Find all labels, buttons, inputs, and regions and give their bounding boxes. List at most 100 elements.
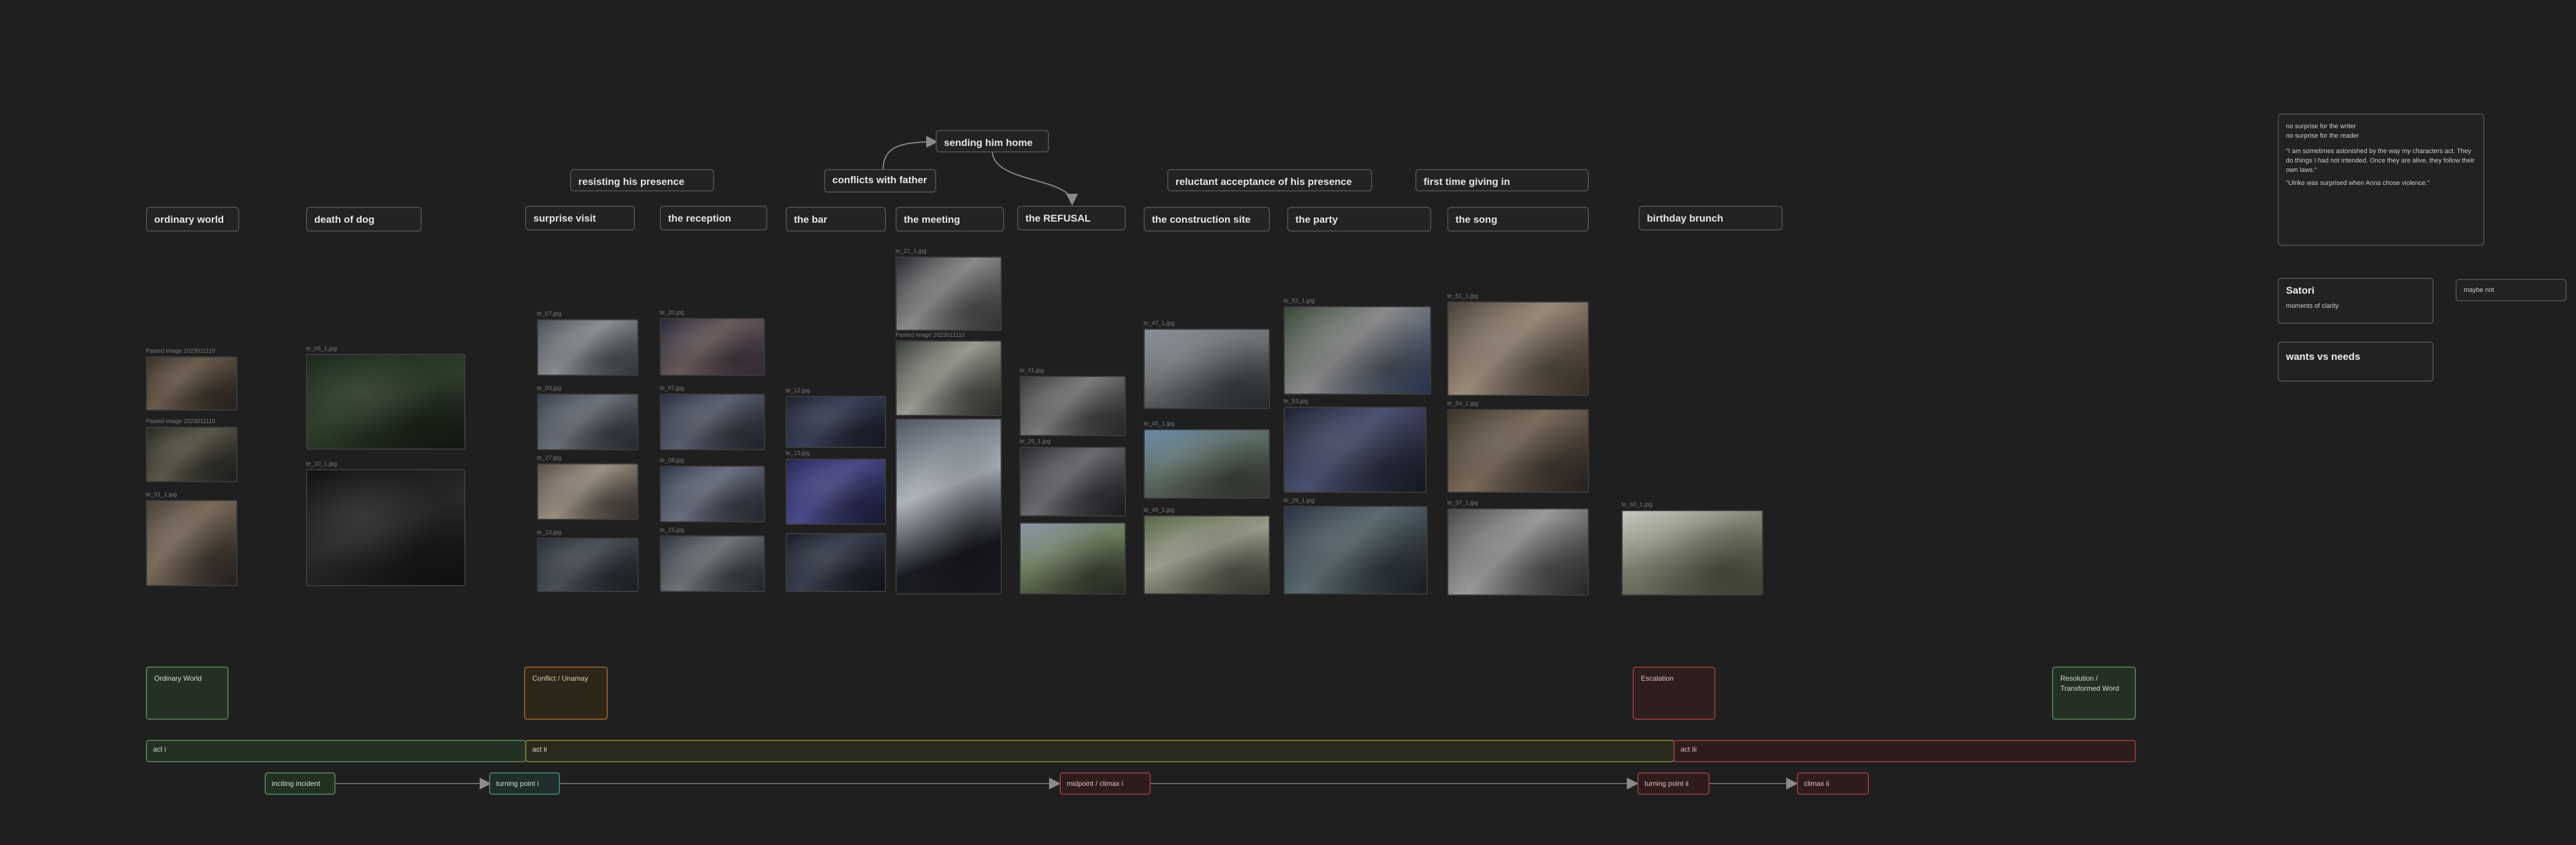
image-thumbnail[interactable] (1020, 447, 1126, 516)
edge-sending-to-refusal (992, 151, 1078, 206)
node-sending-him-home[interactable]: sending him home (936, 130, 1049, 152)
node-label: the bar (794, 214, 828, 225)
file-label: te_07.jpg (660, 385, 685, 392)
node-label: first time giving in (1424, 176, 1510, 187)
file-label: te_60_1.jpg (1621, 502, 1653, 508)
node-conflicts-with-father[interactable]: conflicts with father (824, 169, 936, 193)
file-label: te_06_1.jpg (306, 346, 337, 352)
image-thumbnail[interactable] (895, 418, 1002, 594)
node-the-construction-site[interactable]: the construction site (1144, 207, 1270, 232)
file-label: te_47_1.jpg (1144, 320, 1175, 327)
file-label: te_15.jpg (660, 527, 685, 534)
file-label: te_13.jpg (786, 450, 810, 457)
image-thumbnail[interactable] (1447, 409, 1589, 493)
note-writer-surprise[interactable]: no surprise for the writer no surprise f… (2278, 113, 2484, 246)
file-label: te_54_1.jpg (1447, 401, 1478, 407)
node-the-reception[interactable]: the reception (660, 206, 767, 230)
node-reluctant-acceptance[interactable]: reluctant acceptance of his presence (1167, 169, 1372, 191)
image-thumbnail[interactable] (1020, 376, 1126, 436)
beat-label: midpoint / climax i (1067, 779, 1123, 788)
image-thumbnail[interactable] (660, 466, 765, 522)
node-resisting-his-presence[interactable]: resisting his presence (570, 169, 714, 191)
node-label: the song (1455, 214, 1497, 225)
image-thumbnail[interactable] (660, 318, 765, 376)
image-thumbnail[interactable] (1144, 329, 1270, 409)
image-thumbnail[interactable] (537, 463, 639, 520)
act-2-bar[interactable]: act ii (525, 740, 1675, 762)
beat-turning-point-1[interactable]: turning point i (489, 772, 560, 795)
file-label: te_07.jpg (537, 311, 562, 317)
image-thumbnail[interactable] (1447, 301, 1589, 396)
image-thumbnail[interactable] (1284, 407, 1427, 493)
note-quote: "I am sometimes astonished by the way my… (2286, 148, 2475, 174)
image-thumbnail[interactable] (1284, 306, 1431, 395)
node-label: the construction site (1152, 214, 1251, 225)
note-wants-vs-needs[interactable]: wants vs needs (2278, 342, 2434, 382)
image-thumbnail[interactable] (1020, 522, 1126, 594)
canvas[interactable]: resisting his presence conflicts with fa… (0, 0, 2576, 845)
node-the-meeting[interactable]: the meeting (895, 207, 1004, 232)
file-label: te_53.jpg (1284, 398, 1308, 405)
node-ordinary-world[interactable]: ordinary world (146, 207, 239, 232)
image-thumbnail[interactable] (660, 535, 765, 592)
image-thumbnail[interactable] (786, 396, 886, 448)
node-label: sending him home (944, 137, 1033, 148)
stage-escalation[interactable]: Escalation (1633, 667, 1715, 720)
stage-ordinary-world[interactable]: Ordinary World (146, 667, 229, 720)
image-thumbnail[interactable] (306, 469, 465, 586)
image-thumbnail[interactable] (1621, 510, 1763, 596)
note-title: Satori (2286, 285, 2315, 296)
image-thumbnail[interactable] (306, 354, 465, 450)
image-thumbnail[interactable] (1447, 508, 1589, 596)
image-thumbnail[interactable] (895, 256, 1002, 331)
node-birthday-brunch[interactable]: birthday brunch (1639, 206, 1783, 230)
beat-label: inciting incident (272, 779, 321, 788)
image-thumbnail[interactable] (660, 394, 765, 450)
node-the-refusal[interactable]: the REFUSAL (1017, 206, 1126, 230)
image-thumbnail[interactable] (146, 356, 237, 411)
file-label: te_51_1.jpg (1447, 293, 1478, 300)
act-label: act i (153, 745, 167, 753)
node-label: reluctant acceptance of his presence (1175, 176, 1352, 187)
note-satori[interactable]: Satori moments of clarity (2278, 278, 2434, 324)
image-thumbnail[interactable] (537, 394, 639, 450)
file-label: te_08.jpg (660, 457, 685, 464)
note-title: wants vs needs (2286, 351, 2360, 362)
image-thumbnail[interactable] (786, 533, 886, 592)
image-thumbnail[interactable] (537, 538, 639, 592)
image-thumbnail[interactable] (146, 427, 237, 482)
beat-label: turning point i (496, 779, 539, 788)
note-line: no surprise for the writer (2286, 123, 2356, 130)
image-thumbnail[interactable] (895, 340, 1002, 416)
image-thumbnail[interactable] (786, 459, 886, 525)
file-label: te_12.jpg (786, 388, 810, 394)
stage-label: Resolution / Transformed Word (2060, 674, 2119, 693)
file-label: Pasted image 2023011110 (895, 332, 965, 339)
node-surprise-visit[interactable]: surprise visit (525, 206, 635, 230)
beat-inciting-incident[interactable]: inciting incident (265, 772, 336, 795)
node-first-time-giving-in[interactable]: first time giving in (1415, 169, 1589, 191)
image-thumbnail[interactable] (1284, 506, 1428, 594)
node-the-bar[interactable]: the bar (786, 207, 886, 232)
note-quote: "Ulrike was surprised when Anna chose vi… (2286, 180, 2430, 187)
stage-resolution[interactable]: Resolution / Transformed Word (2052, 667, 2136, 720)
stage-label: Escalation (1641, 674, 1674, 682)
file-label: te_49_1.jpg (1144, 507, 1175, 514)
act-3-bar[interactable]: act iii (1673, 740, 2136, 762)
beat-turning-point-2[interactable]: turning point ii (1637, 772, 1709, 795)
image-thumbnail[interactable] (537, 319, 639, 376)
file-label: Pasted image 2023011110 (146, 348, 216, 355)
image-thumbnail[interactable] (1144, 515, 1270, 594)
file-label: te_20.jpg (660, 310, 685, 316)
node-the-party[interactable]: the party (1287, 207, 1431, 232)
file-label: te_01_1.jpg (146, 492, 177, 498)
beat-climax-2[interactable]: climax ii (1797, 772, 1869, 795)
image-thumbnail[interactable] (146, 500, 237, 586)
note-maybe-not[interactable]: maybe not (2455, 279, 2567, 301)
image-thumbnail[interactable] (1144, 429, 1270, 499)
beat-midpoint[interactable]: midpoint / climax i (1060, 772, 1151, 795)
node-death-of-dog[interactable]: death of dog (306, 207, 422, 232)
node-the-song[interactable]: the song (1447, 207, 1589, 232)
act-1-bar[interactable]: act i (146, 740, 526, 762)
stage-conflict[interactable]: Conflict / Unamay (524, 667, 608, 720)
